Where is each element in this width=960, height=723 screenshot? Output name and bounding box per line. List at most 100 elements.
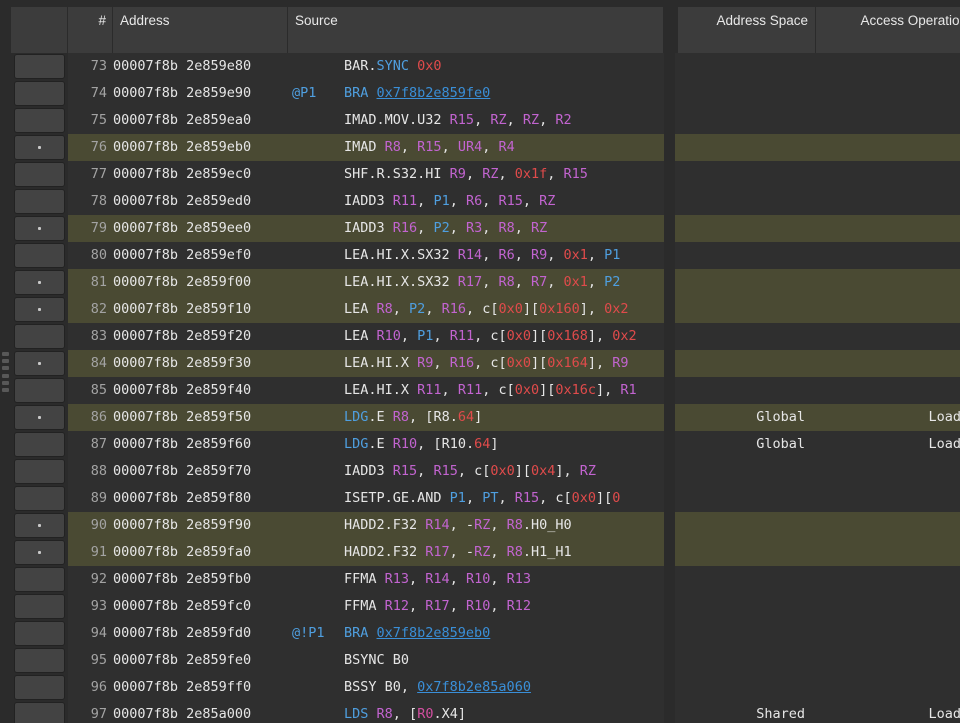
row-marker-box[interactable] [14, 54, 65, 79]
vertical-scrollbar[interactable] [0, 7, 11, 723]
row-marker-dot [38, 362, 41, 365]
table-row[interactable]: 84 00007f8b 2e859f30 LEA.HI.X R9, R16, c[0… [11, 350, 960, 377]
column-header-address-space[interactable]: Address Space [678, 7, 816, 53]
source-token: , [409, 571, 426, 587]
row-marker-box[interactable] [14, 270, 65, 295]
table-row[interactable]: 76 00007f8b 2e859eb0 IMAD R8, R15, UR4, R4 [11, 134, 960, 161]
row-address-space: Global [675, 431, 813, 458]
table-row[interactable]: 91 00007f8b 2e859fa0 HADD2.F32 R17, -RZ, R… [11, 539, 960, 566]
row-marker-box[interactable] [14, 243, 65, 268]
table-row[interactable]: 89 00007f8b 2e859f80 ISETP.GE.AND P1, PT, … [11, 485, 960, 512]
table-row[interactable]: 75 00007f8b 2e859ea0 IMAD.MOV.U32 R15, RZ,… [11, 107, 960, 134]
row-marker-cell[interactable] [11, 215, 68, 242]
row-marker-box[interactable] [14, 108, 65, 133]
table-row[interactable]: 73 00007f8b 2e859e80 BAR.SYNC 0x0 [11, 53, 960, 80]
table-row[interactable]: 82 00007f8b 2e859f10 LEA R8, P2, R16, c[0x… [11, 296, 960, 323]
row-marker-cell[interactable] [11, 107, 68, 134]
row-marker-box[interactable] [14, 189, 65, 214]
table-row[interactable]: 92 00007f8b 2e859fb0 FFMA R13, R14, R10, R… [11, 566, 960, 593]
row-marker-cell[interactable] [11, 296, 68, 323]
row-marker-cell[interactable] [11, 458, 68, 485]
row-marker-cell[interactable] [11, 485, 68, 512]
table-row[interactable]: 83 00007f8b 2e859f20 LEA R10, P1, R11, c[0… [11, 323, 960, 350]
row-marker-box[interactable] [14, 675, 65, 700]
table-row[interactable]: 80 00007f8b 2e859ef0 LEA.HI.X.SX32 R14, R6… [11, 242, 960, 269]
row-marker-box[interactable] [14, 378, 65, 403]
row-marker-box[interactable] [14, 648, 65, 673]
table-row[interactable]: 87 00007f8b 2e859f60 LDG.E R10, [R10.64] Gl… [11, 431, 960, 458]
row-access-operation [813, 242, 960, 269]
row-marker-box[interactable] [14, 432, 65, 457]
row-marker-box[interactable] [14, 216, 65, 241]
source-token: R8 [498, 220, 515, 236]
row-marker-cell[interactable] [11, 593, 68, 620]
column-header-access-operation[interactable]: Access Operation [816, 7, 960, 53]
row-marker-box[interactable] [14, 513, 65, 538]
source-token: R15 [563, 166, 588, 182]
scrollbar-thumb-grip[interactable] [2, 352, 9, 392]
row-marker-cell[interactable] [11, 512, 68, 539]
row-marker-cell[interactable] [11, 323, 68, 350]
row-marker-cell[interactable] [11, 161, 68, 188]
row-marker-cell[interactable] [11, 80, 68, 107]
row-marker-cell[interactable] [11, 647, 68, 674]
table-row[interactable]: 97 00007f8b 2e85a000 LDS R8, [R0.X4] Shared… [11, 701, 960, 723]
row-marker-cell[interactable] [11, 242, 68, 269]
source-token: , [441, 382, 458, 398]
row-marker-box[interactable] [14, 351, 65, 376]
source-token: R8 [433, 409, 450, 425]
row-marker-box[interactable] [14, 621, 65, 646]
source-token: ][ [522, 301, 540, 317]
row-marker-box[interactable] [14, 702, 65, 723]
row-marker-cell[interactable] [11, 350, 68, 377]
table-row[interactable]: 90 00007f8b 2e859f90 HADD2.F32 R14, -RZ, R… [11, 512, 960, 539]
row-marker-cell[interactable] [11, 539, 68, 566]
row-marker-box[interactable] [14, 324, 65, 349]
table-row[interactable]: 74 00007f8b 2e859e90 @P1 BRA 0x7f8b2e859fe0 [11, 80, 960, 107]
source-token: R9 [530, 247, 548, 263]
row-marker-cell[interactable] [11, 188, 68, 215]
table-row[interactable]: 77 00007f8b 2e859ec0 SHF.R.S32.HI R9, RZ, … [11, 161, 960, 188]
source-token: , [465, 166, 483, 182]
table-row[interactable]: 88 00007f8b 2e859f70 IADD3 R15, R15, c[0x0… [11, 458, 960, 485]
row-marker-box[interactable] [14, 540, 65, 565]
row-marker-cell[interactable] [11, 134, 68, 161]
row-marker-cell[interactable] [11, 674, 68, 701]
row-marker-box[interactable] [14, 81, 65, 106]
row-marker-box[interactable] [14, 405, 65, 430]
source-token[interactable]: 0x7f8b2e85a060 [417, 679, 531, 695]
row-marker-cell[interactable] [11, 566, 68, 593]
column-splitter[interactable] [664, 7, 678, 53]
row-marker-box[interactable] [14, 459, 65, 484]
source-token[interactable]: 0x7f8b2e859eb0 [377, 625, 491, 641]
row-marker-cell[interactable] [11, 53, 68, 80]
source-token[interactable]: 0x7f8b2e859fe0 [377, 85, 491, 101]
row-marker-cell[interactable] [11, 269, 68, 296]
row-marker-box[interactable] [14, 567, 65, 592]
table-row[interactable]: 86 00007f8b 2e859f50 LDG.E R8, [R8.64] Glob… [11, 404, 960, 431]
row-address-space [675, 350, 813, 377]
row-marker-box[interactable] [14, 594, 65, 619]
table-row[interactable]: 96 00007f8b 2e859ff0 BSSY B0, 0x7f8b2e85a0… [11, 674, 960, 701]
row-marker-box[interactable] [14, 486, 65, 511]
row-marker-cell[interactable] [11, 377, 68, 404]
column-header-source[interactable]: Source [288, 7, 664, 53]
column-header-gutter[interactable] [11, 7, 68, 53]
column-header-number[interactable]: # [68, 7, 113, 53]
table-row[interactable]: 78 00007f8b 2e859ed0 IADD3 R11, P1, R6, R1… [11, 188, 960, 215]
row-marker-cell[interactable] [11, 431, 68, 458]
row-marker-box[interactable] [14, 135, 65, 160]
table-row[interactable]: 95 00007f8b 2e859fe0 BSYNC B0 [11, 647, 960, 674]
table-row[interactable]: 85 00007f8b 2e859f40 LEA.HI.X R11, R11, c[… [11, 377, 960, 404]
row-marker-cell[interactable] [11, 620, 68, 647]
row-predicate [288, 404, 344, 431]
table-row[interactable]: 79 00007f8b 2e859ee0 IADD3 R16, P2, R3, R8… [11, 215, 960, 242]
row-marker-cell[interactable] [11, 701, 68, 723]
table-row[interactable]: 93 00007f8b 2e859fc0 FFMA R12, R17, R10, R… [11, 593, 960, 620]
table-row[interactable]: 81 00007f8b 2e859f00 LEA.HI.X.SX32 R17, R8… [11, 269, 960, 296]
table-row[interactable]: 94 00007f8b 2e859fd0 @!P1 BRA 0x7f8b2e859eb… [11, 620, 960, 647]
row-marker-cell[interactable] [11, 404, 68, 431]
column-header-address[interactable]: Address [113, 7, 288, 53]
row-marker-box[interactable] [14, 297, 65, 322]
row-marker-box[interactable] [14, 162, 65, 187]
